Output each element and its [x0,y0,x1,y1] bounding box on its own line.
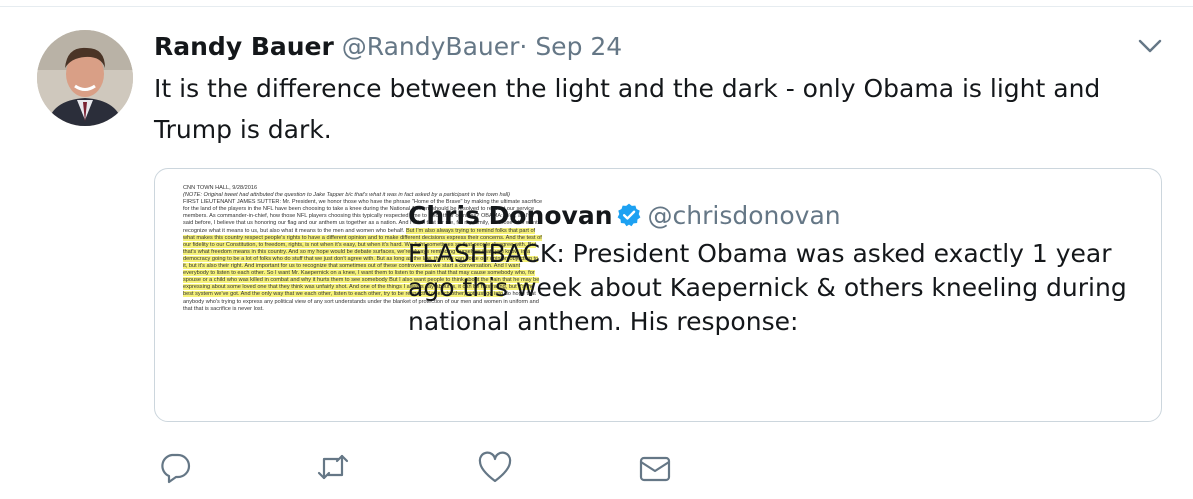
avatar-image [37,30,133,126]
quoted-text: FLASHBACK: President Obama was asked exa… [408,239,1127,336]
doc-header: CNN TOWN HALL, 9/28/2016 [183,185,258,191]
tweet-date[interactable]: Sep 24 [535,32,622,61]
author-handle[interactable]: @RandyBauer [342,32,520,61]
chevron-down-icon[interactable] [1138,37,1162,57]
tweet-text: It is the difference between the light a… [154,74,1101,144]
avatar[interactable] [37,30,133,126]
verified-badge-icon [617,203,640,227]
author-name[interactable]: Randy Bauer [154,32,334,61]
quoted-author-handle[interactable]: @chrisdonovan [648,201,841,230]
tweet-header: Randy Bauer @RandyBauer· Sep 24 [154,30,622,64]
quoted-author-name[interactable]: Chris Donovan [408,201,613,230]
reply-icon[interactable] [158,450,192,484]
retweet-icon[interactable] [316,450,350,484]
quoted-header: Chris Donovan @chrisdonovan [408,199,841,233]
separator: · [519,32,528,61]
top-divider [0,0,1193,7]
quoted-tweet[interactable]: CNN TOWN HALL, 9/28/2016 (NOTE: Original… [154,168,1162,422]
like-icon[interactable] [478,451,512,485]
message-icon[interactable] [638,452,672,486]
